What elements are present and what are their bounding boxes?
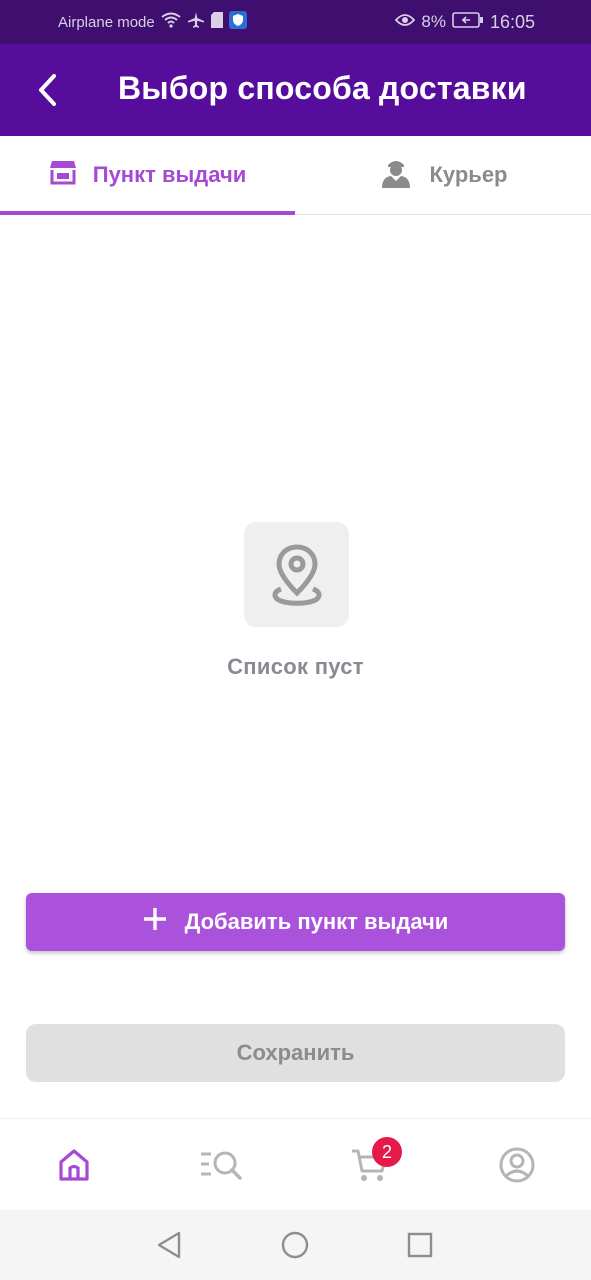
battery-percent: 8% — [421, 12, 446, 31]
page-title: Выбор способа доставки — [118, 70, 527, 106]
store-icon — [49, 159, 77, 191]
profile-icon — [499, 1147, 535, 1183]
tab-pickup-label: Пункт выдачи — [92, 162, 247, 187]
active-tab-indicator — [0, 211, 295, 215]
system-home-button[interactable] — [274, 1224, 316, 1266]
tab-pickup-point[interactable]: Пункт выдачи — [0, 136, 295, 214]
tab-courier-label: Курьер — [429, 162, 508, 187]
delivery-tabs: Пункт выдачи Курьер — [0, 136, 591, 215]
courier-icon — [379, 155, 413, 195]
nav-home[interactable] — [34, 1119, 114, 1211]
nav-cart[interactable]: 2 — [330, 1119, 410, 1211]
airplane-icon — [187, 11, 205, 33]
status-left: Airplane mode — [58, 11, 247, 33]
home-icon — [59, 1149, 89, 1181]
status-right: 8% 16:05 — [395, 0, 535, 44]
wifi-icon — [161, 12, 181, 32]
app-bar: Выбор способа доставки — [0, 44, 591, 136]
square-recents-icon — [407, 1232, 433, 1258]
bottom-navigation: 2 — [0, 1118, 591, 1210]
system-recents-button[interactable] — [399, 1224, 441, 1266]
empty-state-icon-box — [244, 522, 349, 627]
airplane-mode-label: Airplane mode — [58, 13, 155, 31]
add-pickup-point-label: Добавить пункт выдачи — [184, 909, 449, 934]
nav-catalog-search[interactable] — [181, 1119, 261, 1211]
save-button[interactable]: Сохранить — [26, 1024, 565, 1082]
plus-icon — [143, 907, 167, 937]
status-bar: Airplane mode 8% 16:05 — [0, 0, 591, 44]
battery-icon — [452, 11, 484, 33]
cart-badge: 2 — [372, 1137, 402, 1167]
save-label: Сохранить — [236, 1040, 355, 1065]
circle-home-icon — [281, 1231, 309, 1259]
nav-profile[interactable] — [477, 1119, 557, 1211]
catalog-search-icon — [201, 1151, 242, 1180]
eye-icon — [395, 12, 416, 32]
tab-courier[interactable]: Курьер — [296, 136, 591, 214]
system-navigation-bar — [0, 1210, 591, 1280]
empty-state-message: Список пуст — [227, 654, 364, 679]
back-button[interactable] — [30, 72, 64, 108]
back-arrow-icon — [39, 74, 56, 106]
clock: 16:05 — [489, 11, 535, 32]
add-pickup-point-button[interactable]: Добавить пункт выдачи — [26, 893, 565, 951]
shield-icon — [228, 11, 247, 33]
location-pin-icon — [272, 543, 321, 606]
triangle-back-icon — [157, 1231, 181, 1259]
system-back-button[interactable] — [148, 1224, 190, 1266]
sim-card-icon — [210, 12, 223, 32]
